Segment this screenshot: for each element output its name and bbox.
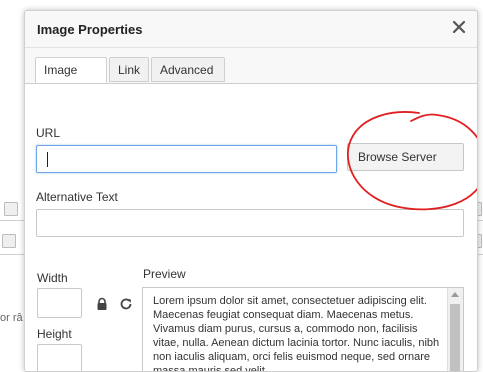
preview-label: Preview <box>143 267 186 281</box>
preview-box: Lorem ipsum dolor sit amet, consectetuer… <box>142 287 464 372</box>
align-icon-left <box>2 234 16 248</box>
tab-advanced[interactable]: Advanced <box>151 57 225 82</box>
alt-text-input[interactable] <box>36 209 464 237</box>
tab-image-info[interactable]: Image Info <box>35 57 107 102</box>
dialog-title: Image Properties <box>37 22 143 37</box>
image-properties-dialog: Image Properties Image Info Link Advance… <box>24 10 478 372</box>
background-text-left: or râ <box>0 312 23 324</box>
text-caret <box>47 152 48 167</box>
image-info-panel: URL Browse Server Alternative Text Width… <box>25 83 477 372</box>
toolbar-icon-left <box>4 202 18 216</box>
lock-icon[interactable] <box>95 297 109 311</box>
alt-text-label: Alternative Text <box>36 190 118 204</box>
close-icon[interactable] <box>451 19 467 35</box>
url-label: URL <box>36 126 61 140</box>
url-input[interactable] <box>36 145 337 173</box>
tab-link[interactable]: Link <box>109 57 149 82</box>
scroll-up-icon[interactable] <box>451 292 459 297</box>
reset-size-icon[interactable] <box>119 297 133 311</box>
preview-scrollbar[interactable] <box>447 288 463 371</box>
width-input[interactable] <box>37 288 82 318</box>
browse-server-button[interactable]: Browse Server <box>347 143 464 171</box>
width-label: Width <box>37 271 68 285</box>
height-label: Height <box>37 327 72 341</box>
height-input[interactable] <box>37 344 82 371</box>
scroll-thumb[interactable] <box>450 304 460 371</box>
dialog-titlebar[interactable]: Image Properties <box>25 11 477 48</box>
preview-text: Lorem ipsum dolor sit amet, consectetuer… <box>153 295 440 372</box>
